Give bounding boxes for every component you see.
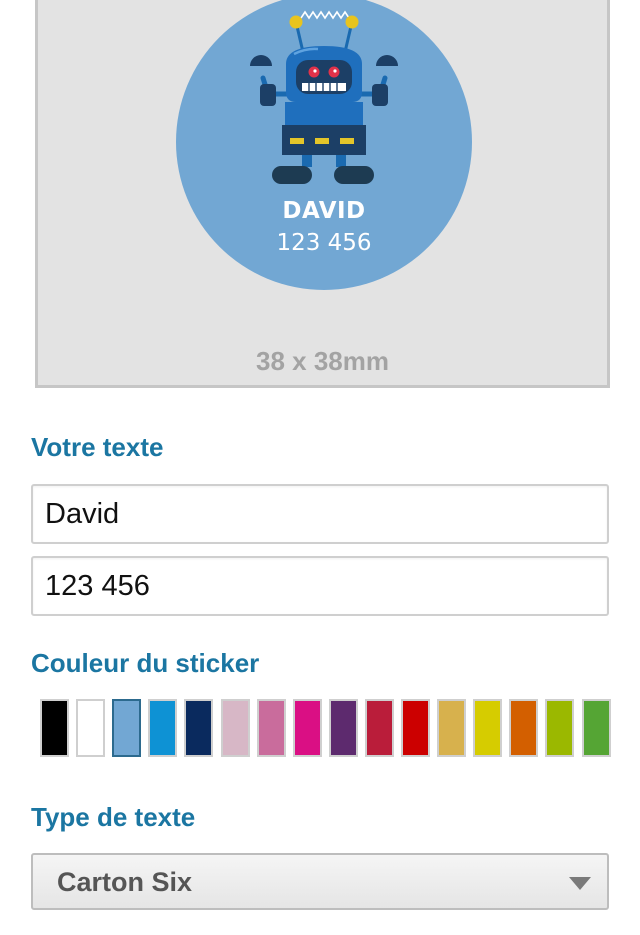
color-swatch-7[interactable] xyxy=(257,699,286,757)
sticker-text-line1: DAVID xyxy=(282,198,366,224)
color-swatch-11[interactable] xyxy=(401,699,430,757)
color-swatch-13[interactable] xyxy=(473,699,502,757)
color-swatch-8[interactable] xyxy=(293,699,322,757)
font-select[interactable]: Carton Six xyxy=(31,853,609,910)
color-swatch-12[interactable] xyxy=(437,699,466,757)
color-swatch-15[interactable] xyxy=(545,699,574,757)
color-swatch-2[interactable] xyxy=(76,699,105,757)
color-swatch-list xyxy=(40,699,611,761)
color-swatch-10[interactable] xyxy=(365,699,394,757)
sticker-preview: DAVID 123 456 xyxy=(176,0,472,290)
color-swatch-9[interactable] xyxy=(329,699,358,757)
text-section-title: Votre texte xyxy=(31,432,164,462)
color-swatch-4[interactable] xyxy=(148,699,177,757)
chevron-down-icon xyxy=(569,877,591,890)
color-swatch-6[interactable] xyxy=(221,699,250,757)
font-select-value: Carton Six xyxy=(57,867,193,897)
color-swatch-5[interactable] xyxy=(184,699,213,757)
sticker-text-line2: 123 456 xyxy=(276,230,372,256)
text-line2-input[interactable] xyxy=(31,556,609,616)
color-swatch-16[interactable] xyxy=(582,699,611,757)
color-swatch-3[interactable] xyxy=(112,699,141,757)
color-swatch-1[interactable] xyxy=(40,699,69,757)
color-section-title: Couleur du sticker xyxy=(31,648,260,678)
color-swatch-14[interactable] xyxy=(509,699,538,757)
font-section-title: Type de texte xyxy=(31,802,196,832)
sticker-size-label: 38 x 38mm xyxy=(256,346,389,376)
text-line1-input[interactable] xyxy=(31,484,609,544)
sticker-preview-panel: DAVID 123 456 38 x 38mm xyxy=(35,0,610,388)
